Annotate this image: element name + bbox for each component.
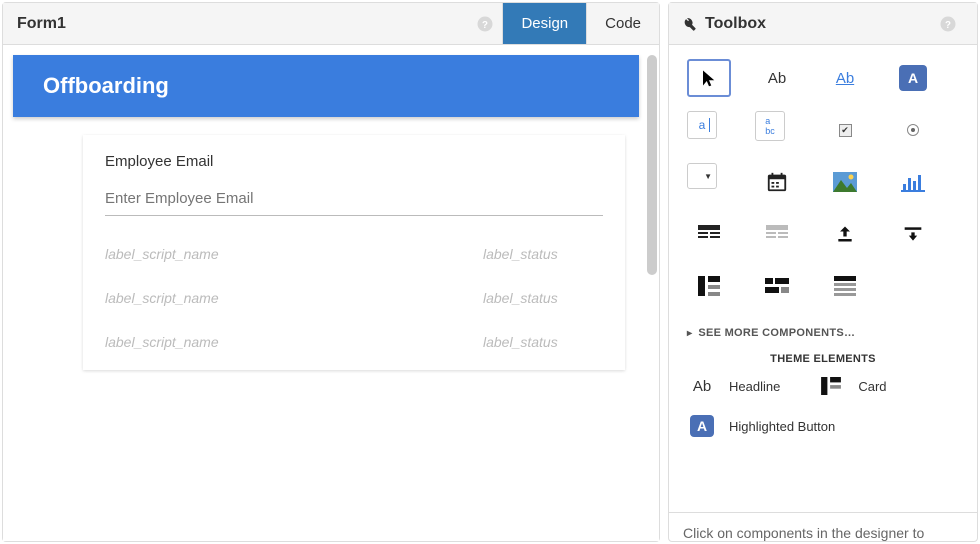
tool-datepicker[interactable] (755, 163, 799, 201)
see-more-components[interactable]: SEE MORE COMPONENTS… (687, 319, 959, 347)
tool-label[interactable]: Ab (755, 59, 799, 97)
form-header-bar[interactable]: Offboarding (13, 55, 639, 117)
tool-textarea[interactable]: abc (755, 111, 785, 141)
theme-headline-label: Headline (729, 379, 780, 394)
card-icon (816, 377, 846, 395)
radio-icon (907, 124, 919, 136)
help-icon[interactable]: ? (939, 15, 957, 33)
table-row[interactable]: label_script_name label_status (105, 232, 603, 276)
email-input[interactable] (105, 184, 603, 216)
form-card[interactable]: Employee Email label_script_name label_s… (83, 135, 625, 370)
design-canvas[interactable]: Offboarding Employee Email label_script_… (3, 45, 659, 541)
link-glyph: Ab (836, 70, 854, 87)
tool-image[interactable] (823, 163, 867, 201)
toolbox-title: Toolbox (705, 15, 939, 33)
toolbox-body: Ab Ab A a abc ✔ ▼ (669, 45, 977, 512)
cell-script-name: label_script_name (105, 290, 483, 306)
tab-design[interactable]: Design (502, 3, 586, 44)
form-designer-pane: Form1 ? Design Code Offboarding Employee… (2, 2, 660, 542)
tool-dropdown[interactable]: ▼ (687, 163, 717, 189)
headline-icon: Ab (687, 378, 717, 395)
theme-highlighted-button-label: Highlighted Button (729, 419, 835, 434)
tool-radio[interactable] (891, 111, 935, 149)
theme-row-1: Ab Headline Card (687, 377, 959, 395)
theme-headline[interactable]: Ab Headline (687, 377, 780, 395)
cell-script-name: label_script_name (105, 334, 483, 350)
tool-fileupload[interactable] (823, 215, 867, 253)
svg-text:?: ? (945, 19, 951, 30)
svg-text:?: ? (482, 19, 488, 30)
theme-card-label: Card (858, 379, 886, 394)
tool-chart[interactable] (891, 163, 935, 201)
cell-status: label_status (483, 246, 603, 262)
theme-highlighted-button[interactable]: A Highlighted Button (687, 415, 959, 437)
mode-tabs: Design Code (502, 3, 659, 44)
wrench-icon (681, 16, 697, 32)
toolbox-header: Toolbox ? (669, 3, 977, 45)
help-icon[interactable]: ? (476, 15, 494, 33)
theme-elements-header: THEME ELEMENTS (687, 347, 959, 377)
form-title: Form1 (3, 15, 476, 33)
tool-textbox[interactable]: a (687, 111, 717, 139)
canvas-scrollbar[interactable] (647, 55, 657, 275)
theme-card[interactable]: Card (816, 377, 886, 395)
tool-button[interactable]: A (891, 59, 935, 97)
tool-column-panel[interactable] (687, 267, 731, 305)
cell-status: label_status (483, 290, 603, 306)
tool-datagrid[interactable] (687, 215, 731, 253)
field-label-email[interactable]: Employee Email (105, 153, 603, 170)
tool-linear-panel[interactable] (823, 267, 867, 305)
button-glyph: A (899, 65, 927, 91)
tool-spacer[interactable] (891, 215, 935, 253)
tool-link[interactable]: Ab (823, 59, 867, 97)
table-row[interactable]: label_script_name label_status (105, 320, 603, 364)
tool-flow-panel[interactable] (755, 267, 799, 305)
checkbox-icon: ✔ (839, 124, 852, 137)
label-glyph: Ab (768, 70, 786, 87)
toolbox-hint: Click on components in the designer to (669, 512, 977, 541)
tool-grid: Ab Ab A a abc ✔ ▼ (687, 59, 959, 305)
highlighted-button-icon: A (687, 415, 717, 437)
cell-status: label_status (483, 334, 603, 350)
tool-repeating-panel[interactable] (755, 215, 799, 253)
toolbox-pane: Toolbox ? Ab Ab A a abc ✔ ▼ (668, 2, 978, 542)
tool-checkbox[interactable]: ✔ (823, 111, 867, 149)
left-header: Form1 ? Design Code (3, 3, 659, 45)
tool-pointer[interactable] (687, 59, 731, 97)
table-row[interactable]: label_script_name label_status (105, 276, 603, 320)
tab-code[interactable]: Code (586, 3, 659, 44)
cell-script-name: label_script_name (105, 246, 483, 262)
